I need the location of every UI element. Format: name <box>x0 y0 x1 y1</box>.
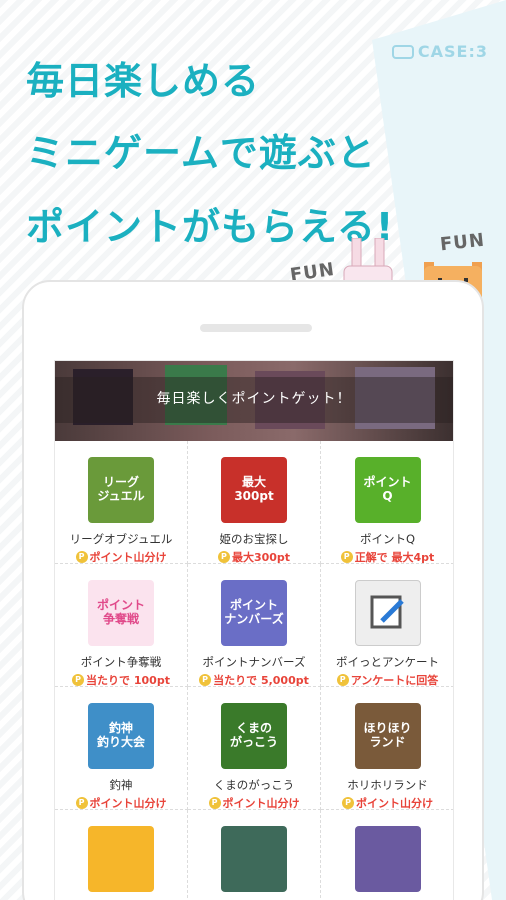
point-coin-icon: P <box>75 551 88 563</box>
game-reward-text: ポイント山分け <box>89 551 167 564</box>
game-item[interactable]: 釣神 釣り大会 釣神 P ポイント山分け <box>55 687 188 810</box>
promo-banner[interactable]: 毎日楽しくポイントゲット！ <box>55 361 453 441</box>
icon-text-line: Q <box>382 489 393 503</box>
icon-text-line: ランド <box>369 735 406 749</box>
icon-text-line: 最大 <box>241 475 266 490</box>
league-of-jewel-icon[interactable]: リーグ ジュエル <box>88 457 154 523</box>
princess-treasure-icon[interactable]: 最大 300pt <box>221 457 287 523</box>
icon-text-line: ポイント <box>96 598 145 613</box>
game-reward-text: アンケートに回答 <box>350 674 439 687</box>
game-reward-text: 正解で 最大4pt <box>354 551 435 564</box>
icon-text-line: 争奪戦 <box>102 612 139 626</box>
game-reward: P 当たりで 100pt <box>55 672 187 688</box>
game-name: ホリホリランド <box>347 778 428 792</box>
game-item[interactable]: くまの がっこう くまのがっこう P ポイント山分け <box>188 687 321 810</box>
game-name: 姫のお宝探し <box>219 532 289 546</box>
game-name: 釣神 <box>109 778 133 792</box>
game-item[interactable]: ほりほり ランドホリホリランド P ポイント山分け <box>321 687 453 811</box>
point-numbers-icon[interactable]: ポイント ナンバーズ <box>221 580 287 646</box>
game-item[interactable] <box>321 810 453 900</box>
game-name: リーグオブジュエル <box>69 532 173 546</box>
point-coin-icon: P <box>75 797 88 809</box>
icon-text-line: リーグ <box>102 475 139 490</box>
game-reward: P アンケートに回答 <box>321 672 453 688</box>
icon-text-line: ナンバーズ <box>224 612 284 626</box>
game-reward-text: 当たりで 100pt <box>86 674 170 687</box>
soccer-icon[interactable] <box>221 826 287 892</box>
bear-school-icon[interactable]: くまの がっこう <box>221 703 287 769</box>
point-coin-icon: P <box>336 674 349 686</box>
game-reward: P ポイント山分け <box>55 795 187 811</box>
game-reward: P 当たりで 5,000pt <box>188 672 320 688</box>
game-item[interactable]: ポイント 争奪戦 ポイント争奪戦 P 当たりで 100pt <box>55 564 188 687</box>
point-coin-icon: P <box>340 551 353 563</box>
gamepad-icon <box>391 44 414 59</box>
game-item[interactable]: ポイっとアンケート P アンケートに回答 <box>321 564 453 688</box>
icon-text-line: ポイント <box>363 475 412 490</box>
game-reward: P ポイント山分け <box>321 795 453 811</box>
icon-text-line: がっこう <box>229 735 278 749</box>
icon-text-line: 釣神 <box>108 721 133 736</box>
game-item[interactable] <box>188 810 321 900</box>
game-name: ポイントQ <box>359 532 416 546</box>
case-label: CASE:3 <box>391 42 488 61</box>
icon-text-line: ポイント <box>229 598 278 613</box>
game-item[interactable] <box>55 810 188 900</box>
game-reward: P 最大300pt <box>188 549 320 565</box>
phone-speaker <box>200 324 312 332</box>
banner-text: 毎日楽しくポイントゲット！ <box>156 391 352 407</box>
game-reward-text: ポイント山分け <box>89 797 167 810</box>
case-label-text: CASE:3 <box>417 42 488 61</box>
fishing-god-icon[interactable]: 釣神 釣り大会 <box>88 703 154 769</box>
game-item[interactable]: ポイント Q ポイントQ P 正解で 最大4pt <box>321 441 453 565</box>
point-coin-icon: P <box>342 797 354 809</box>
game-reward-text: 当たりで 5,000pt <box>213 674 309 687</box>
point-coin-icon: P <box>208 797 221 809</box>
point-coin-icon: P <box>72 674 85 686</box>
anime-character-icon[interactable] <box>354 826 421 892</box>
game-item[interactable]: 最大 300pt 姫のお宝探し P 最大300pt <box>188 441 321 564</box>
icon-text-line: 300pt <box>234 489 274 503</box>
headline-line1: 毎日楽しめる <box>26 59 261 103</box>
game-grid: リーグ ジュエル リーグオブジュエル P ポイント山分け 最大 300pt 姫のお宝探し P 最大… <box>55 441 453 900</box>
game-reward: P 正解で 最大4pt <box>321 549 453 565</box>
icon-text-line: ジュエル <box>97 489 145 503</box>
game-item[interactable]: リーグ ジュエルリーグオブジュエル P ポイント山分け <box>55 441 188 564</box>
point-battle-icon[interactable]: ポイント 争奪戦 <box>88 580 154 646</box>
game-reward-text: ポイント山分け <box>222 797 300 810</box>
game-name: ポイント争奪戦 <box>80 655 162 669</box>
point-coin-icon: P <box>217 551 230 563</box>
survey-icon[interactable] <box>354 580 421 646</box>
icon-text-line: 釣り大会 <box>96 735 145 749</box>
point-coin-icon: P <box>199 674 212 686</box>
bear-face-icon[interactable] <box>88 826 154 892</box>
game-name: くまのがっこう <box>213 778 295 792</box>
headline-line2-text: ミニゲームで遊ぶと <box>26 131 376 175</box>
game-reward-text: ポイント山分け <box>356 797 433 810</box>
icon-text-line: くまの <box>235 721 272 736</box>
headline-line2: ミニゲームで遊ぶと <box>26 122 376 179</box>
game-reward-text: 最大300pt <box>231 551 291 564</box>
horihori-land-icon[interactable]: ほりほり ランド <box>354 703 421 769</box>
game-reward: P ポイント山分け <box>188 795 320 811</box>
phone-frame: 毎日楽しくポイントゲット！ リーグ ジュエル リーグオブジュエル P ポイント山分け 最大… <box>22 280 484 900</box>
game-item[interactable]: ポイント ナンバーズ ポイントナンバーズ P 当たりで 5,000pt <box>188 564 321 687</box>
phone-screen: 毎日楽しくポイントゲット！ リーグ ジュエル リーグオブジュエル P ポイント山分け 最大… <box>54 360 454 900</box>
game-name: ポイっとアンケート <box>335 655 440 669</box>
point-q-icon[interactable]: ポイント Q <box>354 457 421 523</box>
icon-text-line: ほりほり <box>363 721 412 736</box>
game-name: ポイントナンバーズ <box>202 655 306 669</box>
game-reward: P ポイント山分け <box>55 549 187 565</box>
